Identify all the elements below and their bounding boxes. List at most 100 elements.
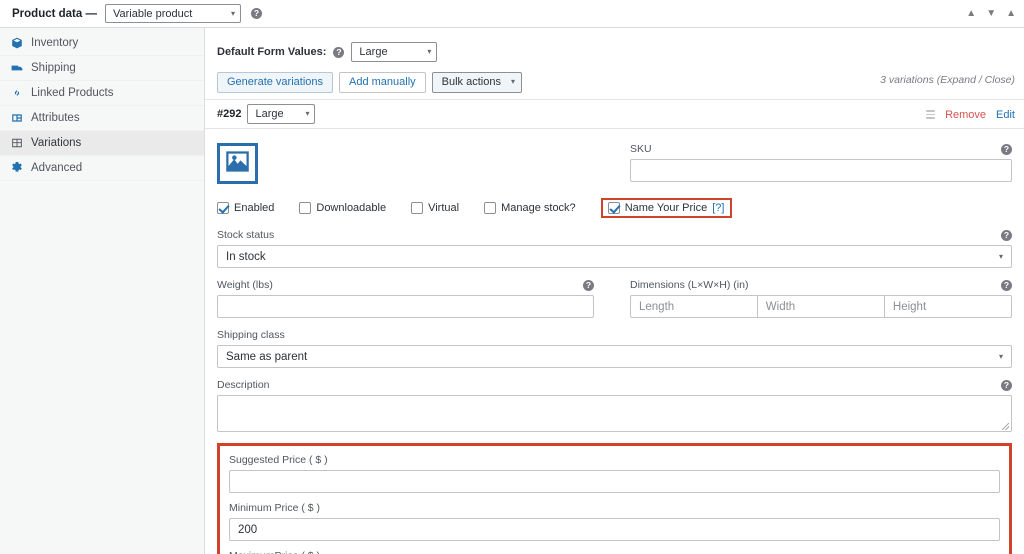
sidebar-item-linked-products[interactable]: Linked Products xyxy=(0,81,204,106)
checkbox-label: Virtual xyxy=(428,202,460,214)
checkbox-label: Manage stock? xyxy=(501,202,576,214)
dimension-width-input[interactable]: Width xyxy=(757,295,885,318)
description-label-row: Description ? xyxy=(217,379,1012,392)
product-data-tabs: Inventory Shipping Linked Products Attri… xyxy=(0,28,205,554)
help-icon[interactable]: ? xyxy=(1001,144,1012,155)
help-icon[interactable]: ? xyxy=(250,8,262,19)
minimum-price-group: Minimum Price ( $ ) 200 xyxy=(229,502,1000,541)
sidebar-item-label: Attributes xyxy=(31,112,80,124)
dimension-length-input[interactable]: Length xyxy=(630,295,758,318)
product-type-value: Variable product xyxy=(112,7,193,20)
variations-count: 3 variations (Expand / Close) xyxy=(880,74,1015,86)
sidebar-item-advanced[interactable]: Advanced xyxy=(0,156,204,181)
name-your-price-checkbox[interactable]: Name Your Price [?] xyxy=(600,198,733,218)
add-manually-button[interactable]: Add manually xyxy=(339,71,426,93)
page-title: Product data — xyxy=(12,7,97,20)
shipping-class-value: Same as parent xyxy=(226,350,308,363)
stock-status-label-row: Stock status ? xyxy=(217,229,1012,242)
sku-input[interactable] xyxy=(630,159,1012,182)
sidebar-item-variations[interactable]: Variations xyxy=(0,131,204,156)
suggested-price-label-row: Suggested Price ( $ ) xyxy=(229,454,1000,467)
default-form-value-select[interactable]: Large ▾ xyxy=(351,42,438,62)
dimensions-inputs: Length Width Height xyxy=(630,295,1012,318)
advanced-icon xyxy=(10,162,23,175)
chevron-down-icon: ▾ xyxy=(998,351,1003,361)
chevron-down-icon: ▾ xyxy=(305,109,310,118)
edit-variation-link[interactable]: Edit xyxy=(996,109,1015,121)
bulk-actions-value: Bulk actions xyxy=(441,76,501,88)
default-form-values-label: Default Form Values: xyxy=(217,46,327,58)
name-your-price-fields: Suggested Price ( $ ) Minimum Price ( $ … xyxy=(217,443,1012,554)
help-icon[interactable]: ? xyxy=(333,46,345,58)
sidebar-item-label: Variations xyxy=(31,137,82,149)
chevron-down-icon: ▾ xyxy=(230,8,235,18)
collapse-down-icon[interactable]: ▼ xyxy=(986,9,996,19)
checkbox-box xyxy=(299,202,312,214)
sidebar-item-label: Advanced xyxy=(31,162,83,174)
checkbox-box xyxy=(607,202,620,214)
collapse-up-icon[interactable]: ▲ xyxy=(966,9,976,19)
suggested-price-input[interactable] xyxy=(229,470,1000,493)
chevron-down-icon: ▾ xyxy=(998,251,1003,261)
checkbox-box xyxy=(411,202,424,214)
virtual-checkbox[interactable]: Virtual xyxy=(411,202,459,214)
panel-header-actions: ▲ ▼ ▲ xyxy=(966,0,1016,28)
sidebar-item-label: Shipping xyxy=(31,62,76,74)
enabled-checkbox[interactable]: Enabled xyxy=(217,202,274,214)
sidebar-item-attributes[interactable]: Attributes xyxy=(0,106,204,131)
generate-variations-button[interactable]: Generate variations xyxy=(217,71,333,93)
variation-row-actions: Remove Edit xyxy=(926,100,1015,129)
minimum-price-label: Minimum Price ( $ ) xyxy=(229,502,321,514)
variations-toolbar: Generate variations Add manually Bulk ac… xyxy=(205,65,1024,99)
variations-panel: Default Form Values: ? Large ▾ Generate … xyxy=(205,28,1024,554)
variation-id: #292 xyxy=(217,108,242,120)
linked-products-icon xyxy=(10,87,23,100)
expand-close-link[interactable]: (Expand / Close) xyxy=(937,74,1015,86)
variation-image-placeholder[interactable] xyxy=(217,143,258,184)
maximum-price-label-row: MaximumPrice ( $ ) xyxy=(229,550,1000,554)
panel-toggle-icon[interactable]: ▲ xyxy=(1006,9,1016,19)
chevron-down-icon: ▾ xyxy=(427,47,432,56)
attributes-icon xyxy=(10,112,23,125)
product-data-header: Product data — Variable product ▾ ? ▲ ▼ … xyxy=(0,0,1024,28)
maximum-price-label: MaximumPrice ( $ ) xyxy=(229,550,320,554)
sidebar-item-inventory[interactable]: Inventory xyxy=(0,31,204,56)
minimum-price-input[interactable]: 200 xyxy=(229,518,1000,541)
variations-icon xyxy=(10,137,23,150)
minimum-price-label-row: Minimum Price ( $ ) xyxy=(229,502,1000,515)
downloadable-checkbox[interactable]: Downloadable xyxy=(299,202,386,214)
variation-attribute-select[interactable]: Large ▾ xyxy=(247,104,316,124)
help-icon[interactable]: ? xyxy=(583,280,594,291)
sidebar-item-shipping[interactable]: Shipping xyxy=(0,56,204,81)
description-textarea[interactable] xyxy=(217,395,1012,432)
help-icon[interactable]: ? xyxy=(1001,230,1012,241)
dimension-height-input[interactable]: Height xyxy=(884,295,1012,318)
variation-detail: SKU ? Enabled Downloadable Virtual Manag… xyxy=(205,128,1024,554)
dimensions-label: Dimensions (L×W×H) (in) xyxy=(630,279,749,291)
weight-input[interactable] xyxy=(217,295,594,318)
suggested-price-label: Suggested Price ( $ ) xyxy=(229,454,328,466)
help-icon[interactable]: ? xyxy=(1001,380,1012,391)
drag-handle-icon[interactable] xyxy=(926,110,936,119)
stock-status-select[interactable]: In stock ▾ xyxy=(217,245,1012,268)
sidebar-item-label: Inventory xyxy=(31,37,79,49)
manage-stock-checkbox[interactable]: Manage stock? xyxy=(484,202,576,214)
product-type-select[interactable]: Variable product ▾ xyxy=(104,4,241,23)
remove-variation-link[interactable]: Remove xyxy=(945,109,986,121)
weight-group: Weight (lbs) ? xyxy=(217,279,594,318)
variations-count-text: 3 variations xyxy=(880,74,934,86)
weight-label-row: Weight (lbs) ? xyxy=(217,279,594,292)
shipping-class-group: Shipping class Same as parent ▾ xyxy=(217,329,1012,368)
sku-label: SKU xyxy=(630,143,652,155)
image-and-sku-row: SKU ? xyxy=(217,143,1012,184)
variation-header-row: #292 Large ▾ Remove Edit xyxy=(205,99,1024,128)
help-icon[interactable]: ? xyxy=(1001,280,1012,291)
checkbox-label: Downloadable xyxy=(316,202,387,214)
shipping-class-label: Shipping class xyxy=(217,329,285,341)
name-your-price-help-link[interactable]: [?] xyxy=(712,202,724,214)
checkbox-label: Name Your Price xyxy=(624,202,708,214)
shipping-class-select[interactable]: Same as parent ▾ xyxy=(217,345,1012,368)
product-data-panel: Product data — Variable product ▾ ? ▲ ▼ … xyxy=(0,0,1024,554)
checkbox-box xyxy=(484,202,497,214)
bulk-actions-select[interactable]: Bulk actions ▾ xyxy=(431,71,522,93)
